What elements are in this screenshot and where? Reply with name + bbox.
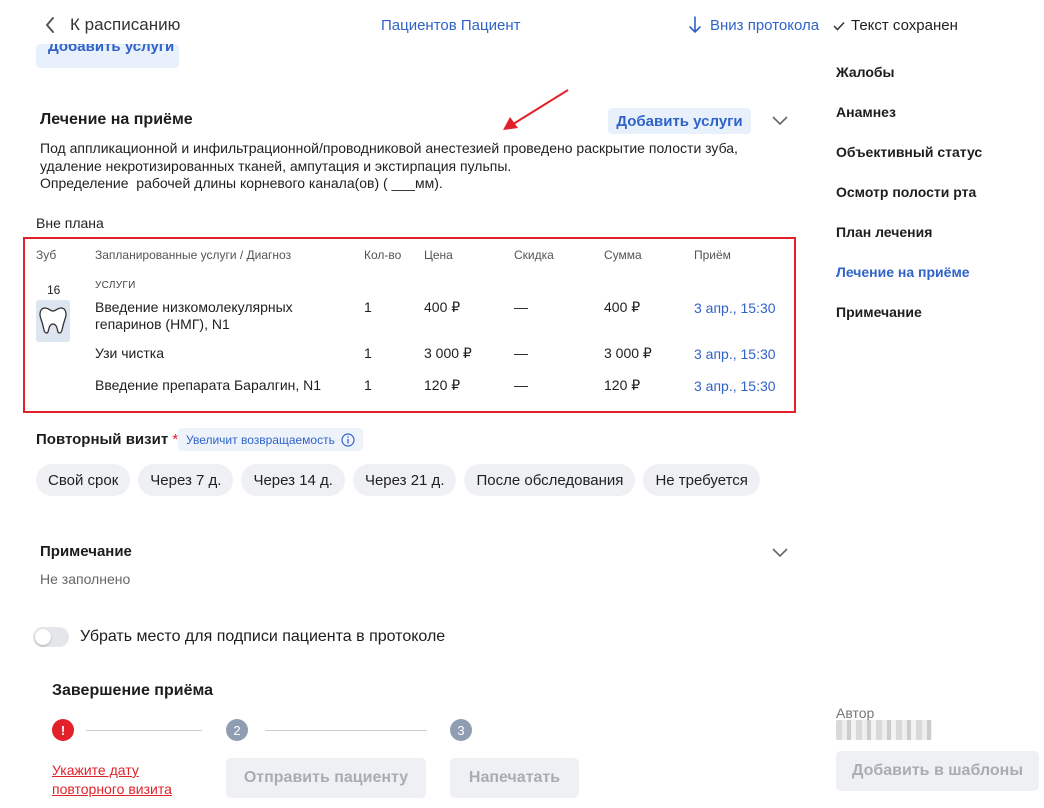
step-3-badge: 3 [450, 719, 472, 741]
treatment-text[interactable]: Под аппликационной и инфильтрационной/пр… [40, 140, 800, 193]
save-status-text: Текст сохранен [851, 17, 958, 34]
service-name: Введение препарата Баралгин, N1 [95, 377, 322, 393]
row-visit-link[interactable]: 3 апр., 15:30 [694, 346, 776, 362]
row-price: 3 000 ₽ [424, 345, 472, 361]
service-name: Узи чистка [95, 345, 164, 361]
check-icon [833, 21, 845, 31]
add-services-button-partial[interactable]: Добавить услуги [36, 44, 179, 68]
column-header-price: Цена [424, 248, 453, 262]
column-header-services: Запланированные услуги / Диагноз [95, 248, 292, 262]
signature-toggle-label: Убрать место для подписи пациента в прот… [80, 628, 446, 645]
row-qty: 1 [364, 299, 372, 315]
error-step-icon: ! [52, 719, 74, 741]
save-status: Текст сохранен [833, 17, 958, 34]
repeat-visit-options: Свой срок Через 7 д. Через 14 д. Через 2… [36, 464, 760, 496]
chevron-down-icon[interactable] [771, 547, 789, 559]
tooth-icon [39, 307, 67, 334]
row-sum: 400 ₽ [604, 299, 641, 315]
back-to-schedule-link[interactable]: К расписанию [44, 15, 180, 35]
author-label: Автор [836, 705, 875, 721]
row-discount: — [514, 299, 528, 315]
repeat-visit-title: Повторный визит * [36, 431, 178, 448]
column-header-discount: Скидка [514, 248, 554, 262]
arrow-down-icon [689, 16, 701, 33]
sidebar-item-note[interactable]: Примечание [836, 304, 922, 320]
row-price: 120 ₽ [424, 377, 461, 393]
row-discount: — [514, 345, 528, 361]
patient-name-link[interactable]: Пациентов Пациент [381, 17, 521, 34]
column-header-tooth: Зуб [36, 248, 57, 262]
row-qty: 1 [364, 377, 372, 393]
chevron-down-icon[interactable] [771, 115, 789, 127]
column-header-qty: Кол-во [364, 248, 402, 262]
sidebar-item-objective-status[interactable]: Объективный статус [836, 144, 982, 160]
service-name: Введение низкомолекулярных [95, 299, 293, 315]
sidebar-item-oral-exam[interactable]: Осмотр полости рта [836, 184, 976, 200]
step-connector [265, 730, 427, 731]
retention-badge[interactable]: Увеличит возвращаемость [178, 428, 363, 451]
chip-21-days[interactable]: Через 21 д. [352, 464, 457, 496]
add-services-label: Добавить услуги [48, 44, 175, 55]
toggle-knob [35, 629, 51, 645]
treatment-text-line: Определение рабочей длины корневого кана… [40, 175, 443, 191]
step-2-badge: 2 [226, 719, 248, 741]
info-icon [341, 432, 355, 447]
row-visit-link[interactable]: 3 апр., 15:30 [694, 378, 776, 394]
tooth-card[interactable] [36, 300, 70, 342]
note-title: Примечание [40, 543, 132, 560]
treatment-text-line: Под аппликационной и инфильтрационной/пр… [40, 140, 738, 156]
error-text: повторного визита [52, 781, 172, 797]
service-name-cont: гепаринов (НМГ), N1 [95, 316, 230, 332]
column-header-visit: Приём [694, 248, 731, 262]
set-repeat-visit-date-link[interactable]: Укажите дату повторного визита [52, 761, 212, 799]
chevron-left-icon [46, 17, 54, 33]
treatment-text-line: удаление некротизированных тканей, ампут… [40, 157, 512, 174]
row-visit-link[interactable]: 3 апр., 15:30 [694, 300, 776, 316]
sidebar-item-treatment[interactable]: Лечение на приёме [836, 264, 970, 280]
chip-not-required[interactable]: Не требуется [643, 464, 760, 496]
print-button[interactable]: Напечатать [450, 758, 579, 798]
sidebar-item-complaints[interactable]: Жалобы [836, 64, 894, 80]
note-empty-text: Не заполнено [40, 571, 131, 587]
send-to-patient-button[interactable]: Отправить пациенту [226, 758, 426, 798]
row-sum: 3 000 ₽ [604, 345, 652, 361]
treatment-section-title: Лечение на приёме [40, 111, 193, 128]
chip-7-days[interactable]: Через 7 д. [138, 464, 234, 496]
chip-custom-term[interactable]: Свой срок [36, 464, 131, 496]
error-text: Укажите дату [52, 762, 139, 778]
services-group-label: УСЛУГИ [95, 280, 136, 291]
completion-title: Завершение приёма [52, 682, 213, 699]
row-sum: 120 ₽ [604, 377, 641, 393]
chip-after-exam[interactable]: После обследования [464, 464, 636, 496]
author-name-redacted [836, 720, 932, 740]
scroll-to-bottom-link[interactable]: Вниз протокола [688, 16, 819, 34]
chip-14-days[interactable]: Через 14 д. [241, 464, 345, 496]
down-link-label: Вниз протокола [710, 16, 820, 34]
back-label: К расписанию [70, 15, 181, 34]
retention-badge-text: Увеличит возвращаемость [186, 432, 335, 447]
sidebar-item-anamnesis[interactable]: Анамнез [836, 104, 896, 120]
annotation-arrow-icon [503, 89, 569, 130]
row-qty: 1 [364, 345, 372, 361]
add-to-templates-button[interactable]: Добавить в шаблоны [836, 751, 1039, 791]
table-row-service: Введение низкомолекулярных гепаринов (НМ… [95, 299, 293, 333]
signature-toggle[interactable] [33, 627, 69, 647]
repeat-visit-label: Повторный визит [36, 431, 169, 448]
unplanned-label: Вне плана [36, 215, 104, 231]
row-discount: — [514, 377, 528, 393]
step-connector [86, 730, 202, 731]
add-services-button[interactable]: Добавить услуги [608, 108, 751, 134]
row-price: 400 ₽ [424, 299, 461, 315]
tooth-number: 16 [47, 283, 61, 297]
column-header-sum: Сумма [604, 248, 642, 262]
sidebar-item-treatment-plan[interactable]: План лечения [836, 224, 932, 240]
